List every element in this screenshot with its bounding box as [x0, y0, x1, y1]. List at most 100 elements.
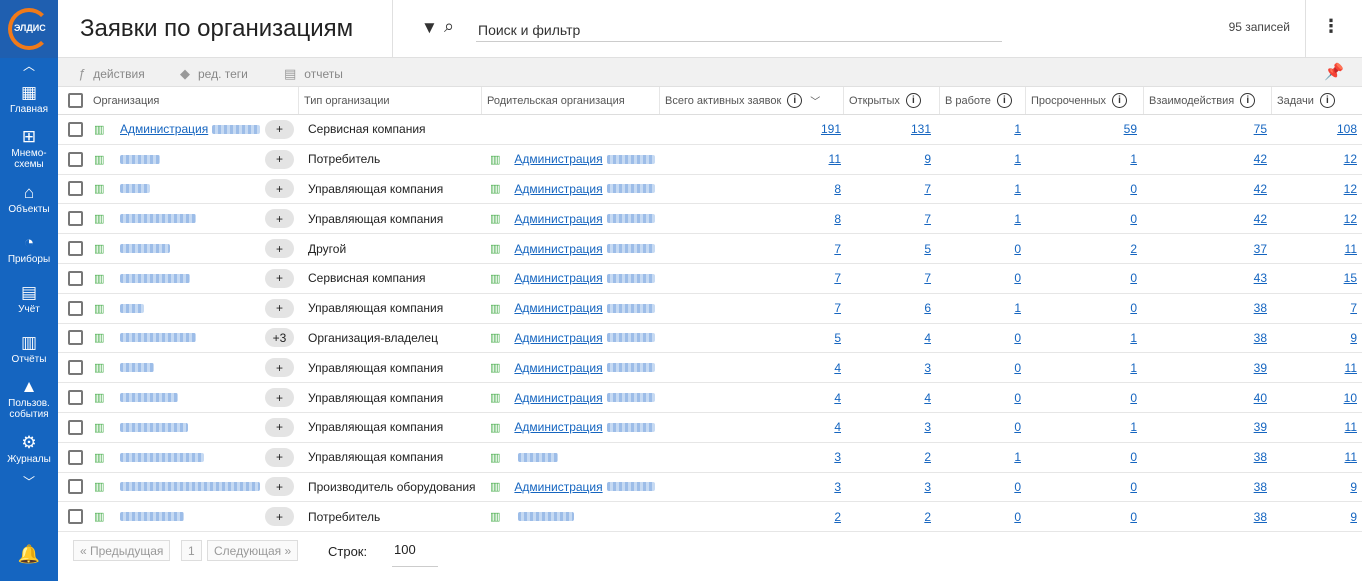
col-org[interactable]: Организация [88, 87, 299, 114]
interactions-link[interactable]: 42 [1254, 212, 1267, 226]
tasks-link[interactable]: 15 [1344, 271, 1357, 285]
info-icon[interactable]: i [1319, 93, 1335, 108]
in-work-link[interactable]: 0 [1014, 391, 1021, 405]
tasks-link[interactable]: 9 [1350, 331, 1357, 345]
sidebar-item-user-events[interactable]: ▲ Пользов. события [0, 374, 58, 424]
parent-org-link[interactable]: Администрация [514, 420, 602, 434]
info-icon[interactable]: i [996, 93, 1012, 108]
total-requests-link[interactable]: 7 [834, 242, 841, 256]
pin-icon[interactable]: 📌 [1324, 62, 1344, 82]
row-checkbox[interactable] [68, 300, 83, 316]
interactions-link[interactable]: 38 [1254, 331, 1267, 345]
tasks-link[interactable]: 9 [1350, 510, 1357, 524]
in-work-link[interactable]: 1 [1014, 450, 1021, 464]
overdue-link[interactable]: 1 [1130, 420, 1137, 434]
select-all-checkbox[interactable] [68, 93, 83, 108]
table-row[interactable]: ▥ +3 Организация-владелец ▥ Администрация 5 4 0… [58, 324, 1362, 354]
total-requests-link[interactable]: 3 [834, 450, 841, 464]
table-row[interactable]: ▥ + Управляющая компания ▥ 3 2 1 0 38 11 [58, 443, 1362, 473]
table-row[interactable]: ▥ + Потребитель ▥ 2 2 0 0 38 9 [58, 502, 1362, 533]
col-type[interactable]: Тип организации [299, 87, 482, 114]
row-checkbox[interactable] [68, 479, 83, 495]
overdue-link[interactable]: 0 [1130, 391, 1137, 405]
in-work-link[interactable]: 0 [1014, 480, 1021, 494]
parent-org-link[interactable]: Администрация [514, 480, 602, 494]
col-overdue[interactable]: Просроченных i [1026, 87, 1144, 114]
add-tag-button[interactable]: + [265, 179, 294, 199]
row-checkbox[interactable] [68, 151, 83, 167]
sidebar-item-mnemo[interactable]: ⊞ Мнемо- схемы [0, 124, 58, 174]
interactions-link[interactable]: 43 [1254, 271, 1267, 285]
parent-org-link[interactable]: Администрация [514, 212, 602, 226]
overdue-link[interactable]: 0 [1130, 480, 1137, 494]
parent-org-link[interactable]: Администрация [514, 361, 602, 375]
row-checkbox[interactable] [68, 211, 83, 227]
in-work-link[interactable]: 0 [1014, 361, 1021, 375]
open-requests-link[interactable]: 7 [924, 182, 931, 196]
parent-org-link[interactable]: Администрация [514, 391, 602, 405]
table-row[interactable]: ▥ + Сервисная компания ▥ Администрация 7 7 0 0 43… [58, 264, 1362, 294]
total-requests-link[interactable]: 11 [829, 152, 841, 166]
total-requests-link[interactable]: 7 [834, 271, 841, 285]
interactions-link[interactable]: 42 [1254, 152, 1267, 166]
col-total[interactable]: Всего активных заявок i ﹀ [660, 87, 844, 114]
prev-page-button[interactable]: « Предыдущая [73, 540, 171, 561]
in-work-link[interactable]: 0 [1014, 271, 1021, 285]
open-requests-link[interactable]: 2 [924, 450, 931, 464]
interactions-link[interactable]: 37 [1254, 242, 1267, 256]
overdue-link[interactable]: 1 [1130, 331, 1137, 345]
sidebar-item-home[interactable]: ▦ Главная [0, 74, 58, 124]
row-checkbox[interactable] [68, 390, 83, 406]
search-icon[interactable]: ⌕ [444, 16, 454, 37]
add-tag-button[interactable]: + [265, 447, 294, 467]
add-tag-button[interactable]: + [265, 268, 294, 288]
total-requests-link[interactable]: 2 [834, 510, 841, 524]
table-row[interactable]: ▥ + Управляющая компания ▥ Администрация 8 7 1 0… [58, 175, 1362, 205]
add-tag-button[interactable]: +3 [265, 328, 294, 348]
row-checkbox[interactable] [68, 241, 83, 257]
page-number-button[interactable]: 1 [181, 540, 202, 561]
interactions-link[interactable]: 38 [1254, 510, 1267, 524]
in-work-link[interactable]: 1 [1014, 182, 1021, 196]
info-icon[interactable]: i [1240, 93, 1256, 108]
tasks-link[interactable]: 108 [1337, 122, 1357, 136]
col-tasks[interactable]: Задачи i [1272, 87, 1362, 114]
overdue-link[interactable]: 0 [1130, 182, 1137, 196]
tasks-link[interactable]: 9 [1350, 480, 1357, 494]
info-icon[interactable]: i [787, 93, 803, 108]
tasks-link[interactable]: 12 [1344, 182, 1357, 196]
tasks-link[interactable]: 11 [1345, 361, 1357, 375]
row-checkbox[interactable] [68, 270, 83, 286]
col-interactions[interactable]: Взаимодействия i [1144, 87, 1272, 114]
bell-icon[interactable]: 🔔 [0, 544, 58, 565]
more-menu-icon[interactable]: ⋮ [1322, 16, 1340, 37]
interactions-link[interactable]: 75 [1254, 122, 1267, 136]
add-tag-button[interactable]: + [265, 477, 294, 497]
col-work[interactable]: В работе i [940, 87, 1026, 114]
in-work-link[interactable]: 1 [1014, 212, 1021, 226]
add-tag-button[interactable]: + [265, 149, 294, 169]
table-row[interactable]: ▥ + Потребитель ▥ Администрация 11 9 1 1 42 12 [58, 145, 1362, 175]
org-link[interactable]: Администрация [120, 122, 208, 136]
parent-org-link[interactable]: Администрация [514, 271, 602, 285]
tasks-link[interactable]: 7 [1350, 301, 1357, 315]
sidebar-item-reports[interactable]: ▥ Отчёты [0, 324, 58, 374]
total-requests-link[interactable]: 191 [821, 122, 841, 136]
parent-org-link[interactable]: Администрация [514, 182, 602, 196]
in-work-link[interactable]: 0 [1014, 331, 1021, 345]
interactions-link[interactable]: 39 [1254, 420, 1267, 434]
scroll-up-icon[interactable]: ︿ [0, 58, 58, 74]
add-tag-button[interactable]: + [265, 417, 294, 437]
row-checkbox[interactable] [68, 181, 83, 197]
tasks-link[interactable]: 12 [1344, 212, 1357, 226]
open-requests-link[interactable]: 6 [924, 301, 931, 315]
table-row[interactable]: ▥ + Управляющая компания ▥ Администрация 4 3 0 1… [58, 353, 1362, 384]
sidebar-item-objects[interactable]: ⌂ Объекты [0, 174, 58, 224]
add-tag-button[interactable]: + [265, 119, 294, 139]
in-work-link[interactable]: 1 [1014, 152, 1021, 166]
parent-org-link[interactable]: Администрация [514, 301, 602, 315]
row-checkbox[interactable] [68, 449, 83, 465]
overdue-link[interactable]: 0 [1130, 271, 1137, 285]
row-checkbox[interactable] [68, 419, 83, 435]
in-work-link[interactable]: 0 [1014, 510, 1021, 524]
